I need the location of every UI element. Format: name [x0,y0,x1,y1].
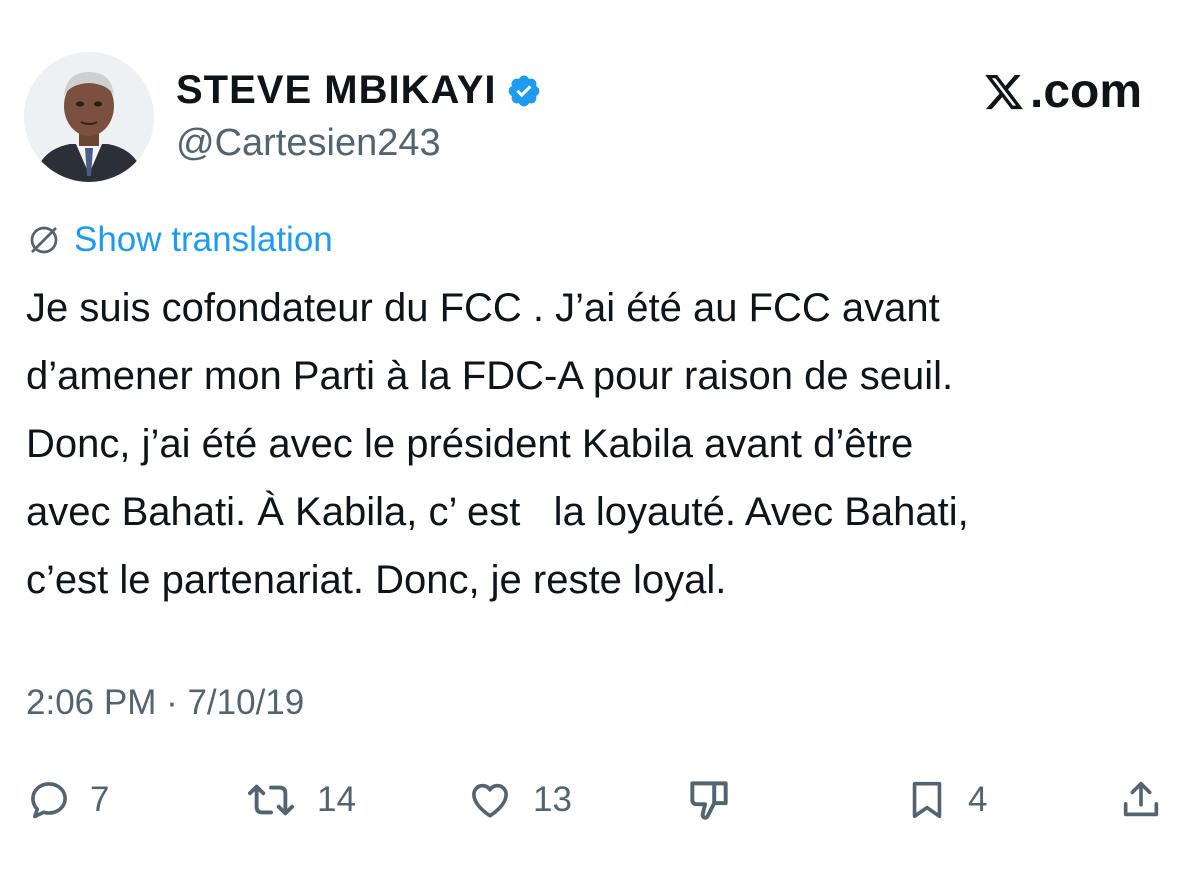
tweet-line: Donc, j’ai été avec le président Kabila … [26,422,914,466]
bookmark-icon [912,781,942,819]
retweet-icon [248,784,294,816]
x-com-label: .com [1030,65,1143,118]
tweet-line: Je suis cofondateur du FCC . J’ai été au… [26,286,940,330]
tweet-timestamp[interactable]: 2:06 PM · 7/10/19 [26,681,304,725]
translate-globe-icon [30,226,58,254]
thumbs-down-icon [690,781,728,820]
author-avatar[interactable] [24,52,154,182]
downvote-button[interactable] [683,770,735,830]
tweet-line: avec Bahati. À Kabila, c’ est la loyauté… [26,490,969,534]
tweet-line: d’amener mon Parti à la FDC-A pour raiso… [26,354,954,398]
tweet-text: Je suis cofondateur du FCC . J’ai été au… [26,274,1186,614]
tweet-action-bar: 7 14 13 4 [0,770,1200,830]
reply-icon [31,782,67,819]
author-handle[interactable]: @Cartesien243 [176,120,441,166]
bookmark-count: 4 [968,780,988,819]
retweet-button[interactable]: 14 [243,770,356,830]
like-count: 13 [533,780,572,819]
avatar-photo [24,52,154,182]
reply-button[interactable]: 7 [26,770,109,830]
reply-count: 7 [90,780,110,819]
share-button[interactable] [1118,770,1164,830]
like-button[interactable]: 13 [465,770,572,830]
retweet-count: 14 [317,780,356,819]
x-com-brand: .com [982,64,1142,120]
share-icon [1123,781,1159,817]
author-name-text: STEVE MBIKAYI [176,68,497,112]
verified-badge-icon [506,72,542,108]
x-logo-icon [985,74,1023,110]
bookmark-button[interactable]: 4 [904,770,987,830]
show-translation-link[interactable]: Show translation [26,218,333,262]
author-name[interactable]: STEVE MBIKAYI [176,66,542,114]
heart-icon [472,783,508,818]
show-translation-label: Show translation [74,220,333,259]
tweet-line: c’est le partenariat. Donc, je reste loy… [26,558,727,602]
